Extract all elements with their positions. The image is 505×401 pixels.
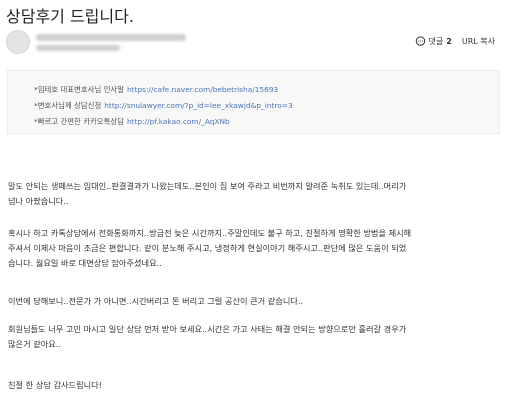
body-line: 이번에 당해보니..전문가 가 아니면..시간버리고 돈 버리고 그럴 공산이 …: [8, 296, 304, 306]
link-row-greeting: *임테호 대표변호사님 인사말 https://cafe.naver.com/be…: [34, 84, 278, 95]
link-row-kakao: *빠르고 간편한 카카오톡상담 http://pf.kakao.com/_AqXN…: [34, 116, 230, 127]
body-line: 회원님들도 너무 고민 마시고 일단 상담 먼저 받아 보세요..시간은 가고 …: [8, 324, 407, 334]
body-line: 주셔서 이제사 마음이 조금은 편합니다. 같이 분노해 주시고, 냉정하게 현…: [8, 243, 407, 253]
body-paragraph: 말도 안되는 생떼쓰는 임대인..판결결과가 나왔는데도..본인이 집 보여 주…: [8, 179, 500, 209]
author-meta: 댓글 2 URL 복사: [6, 30, 501, 58]
body-line: 습니다. 월요일 바로 대면상담 잡아주셨네요..: [8, 258, 162, 268]
author-name-blurred[interactable]: [36, 34, 186, 41]
url-copy-button[interactable]: URL 복사: [462, 36, 495, 47]
comment-button[interactable]: 댓글 2: [415, 36, 462, 47]
body-line: 말도 안되는 생떼쓰는 임대인..판결결과가 나왔는데도..본인이 집 보여 주…: [8, 181, 407, 191]
author-avatar[interactable]: [6, 30, 30, 54]
body-paragraph: 혹시나 하고 카톡상담에서 전화통화까지..방금전 늦은 시간까지..주말인데도…: [8, 226, 500, 271]
link-label: *변호사님께 상담신청: [34, 101, 102, 110]
link-box: *임테호 대표변호사님 인사말 https://cafe.naver.com/be…: [7, 70, 500, 134]
link-url[interactable]: http://snulawyer.com/?p_id=lee_xkawjd&p_…: [104, 101, 292, 110]
chat-bubble-icon: [415, 36, 425, 46]
post-actions: 댓글 2 URL 복사: [415, 36, 495, 47]
post-title: 상담후기 드립니다.: [6, 7, 134, 26]
comment-label: 댓글: [428, 37, 444, 46]
post-date-blurred: [36, 45, 120, 51]
link-label: *임테호 대표변호사님 인사말: [34, 85, 124, 94]
link-url[interactable]: https://cafe.naver.com/bebetrisha/15693: [127, 85, 278, 94]
body-paragraph: 이번에 당해보니..전문가 가 아니면..시간버리고 돈 버리고 그럴 공산이 …: [8, 294, 500, 309]
body-line: 친절 한 상담 감사드립니다!: [8, 380, 102, 390]
link-label: *빠르고 간편한 카카오톡상담: [34, 117, 124, 126]
body-line: 혹시나 하고 카톡상담에서 전화통화까지..방금전 늦은 시간까지..주말인데도…: [8, 228, 412, 238]
body-line: 넘나 아팠습니다..: [8, 196, 69, 206]
body-paragraph: 친절 한 상담 감사드립니다!: [8, 378, 500, 393]
body-paragraph: 회원님들도 너무 고민 마시고 일단 상담 먼저 받아 보세요..시간은 가고 …: [8, 322, 500, 352]
link-row-consult: *변호사님께 상담신청 http://snulawyer.com/?p_id=le…: [34, 100, 293, 111]
comment-count: 2: [446, 37, 452, 46]
link-url[interactable]: http://pf.kakao.com/_AqXNb: [127, 117, 230, 126]
body-line: 많은거 같아요..: [8, 339, 62, 349]
